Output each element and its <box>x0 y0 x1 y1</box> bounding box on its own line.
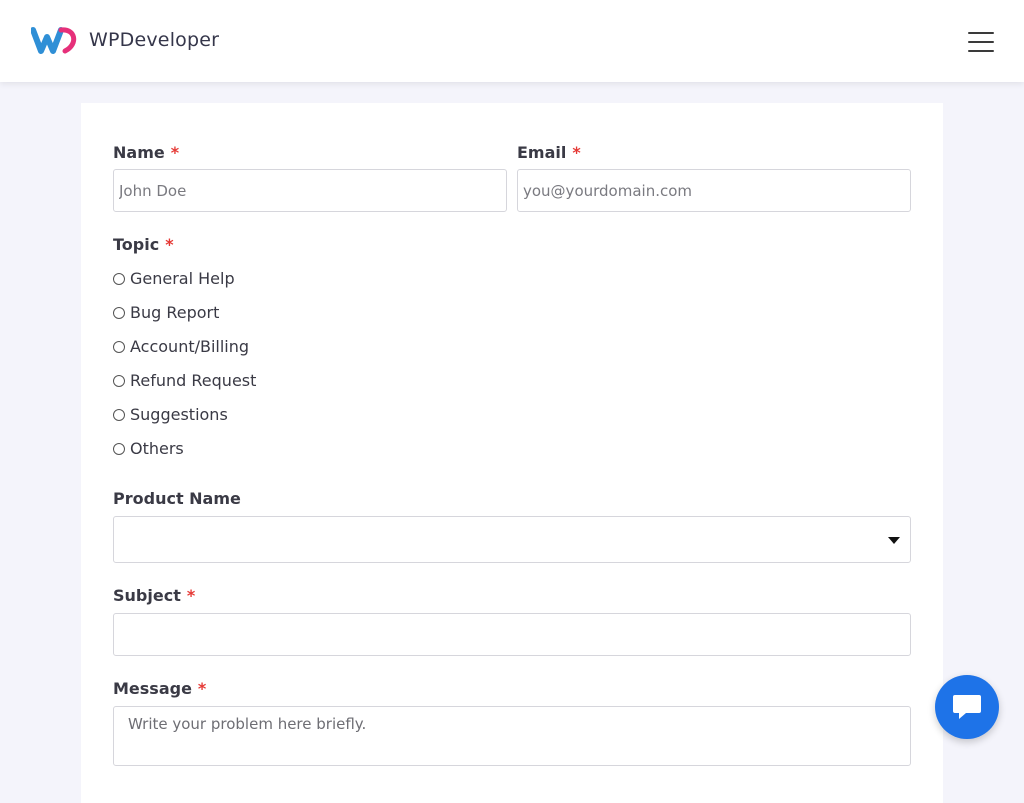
product-name-label: Product Name <box>113 489 241 508</box>
wpdeveloper-logo-icon <box>31 27 77 54</box>
contact-form-card: Name* Email* Topic* General Help Bug Rep… <box>81 103 943 803</box>
topic-option-bug-report[interactable]: Bug Report <box>113 303 219 322</box>
brand-name: WPDeveloper <box>89 29 220 51</box>
brand-logo[interactable]: WPDeveloper <box>31 24 219 56</box>
product-name-select[interactable] <box>113 516 911 563</box>
topic-label: Topic * <box>113 235 174 254</box>
email-input[interactable] <box>517 169 911 212</box>
required-marker: * <box>165 235 174 254</box>
subject-label: Subject * <box>113 586 196 605</box>
required-marker: * <box>197 679 207 698</box>
hamburger-menu-icon[interactable] <box>968 32 994 52</box>
name-label: Name * <box>113 143 180 162</box>
topic-option-others[interactable]: Others <box>113 439 184 458</box>
chat-bubble-icon <box>953 695 981 719</box>
radio-button[interactable] <box>113 272 125 285</box>
topic-option-refund-request[interactable]: Refund Request <box>113 371 256 390</box>
radio-button[interactable] <box>113 408 125 421</box>
message-label: Message * <box>113 679 207 698</box>
chat-launcher-button[interactable] <box>935 675 999 739</box>
radio-button[interactable] <box>113 442 125 455</box>
subject-input[interactable] <box>113 613 911 656</box>
site-header: WPDeveloper <box>0 0 1024 82</box>
radio-button[interactable] <box>113 306 125 319</box>
radio-button[interactable] <box>113 340 125 353</box>
dropdown-caret-icon <box>888 537 900 544</box>
topic-option-general-help[interactable]: General Help <box>113 269 235 288</box>
name-input[interactable] <box>113 169 507 212</box>
topic-option-account-billing[interactable]: Account/Billing <box>113 337 249 356</box>
radio-button[interactable] <box>113 374 125 387</box>
message-textarea[interactable]: Write your problem here briefly. <box>113 706 911 766</box>
message-placeholder: Write your problem here briefly. <box>128 715 367 733</box>
email-label: Email * <box>517 143 581 162</box>
required-marker: * <box>572 143 581 162</box>
required-marker: * <box>170 143 180 162</box>
topic-option-suggestions[interactable]: Suggestions <box>113 405 228 424</box>
required-marker: * <box>186 586 196 605</box>
